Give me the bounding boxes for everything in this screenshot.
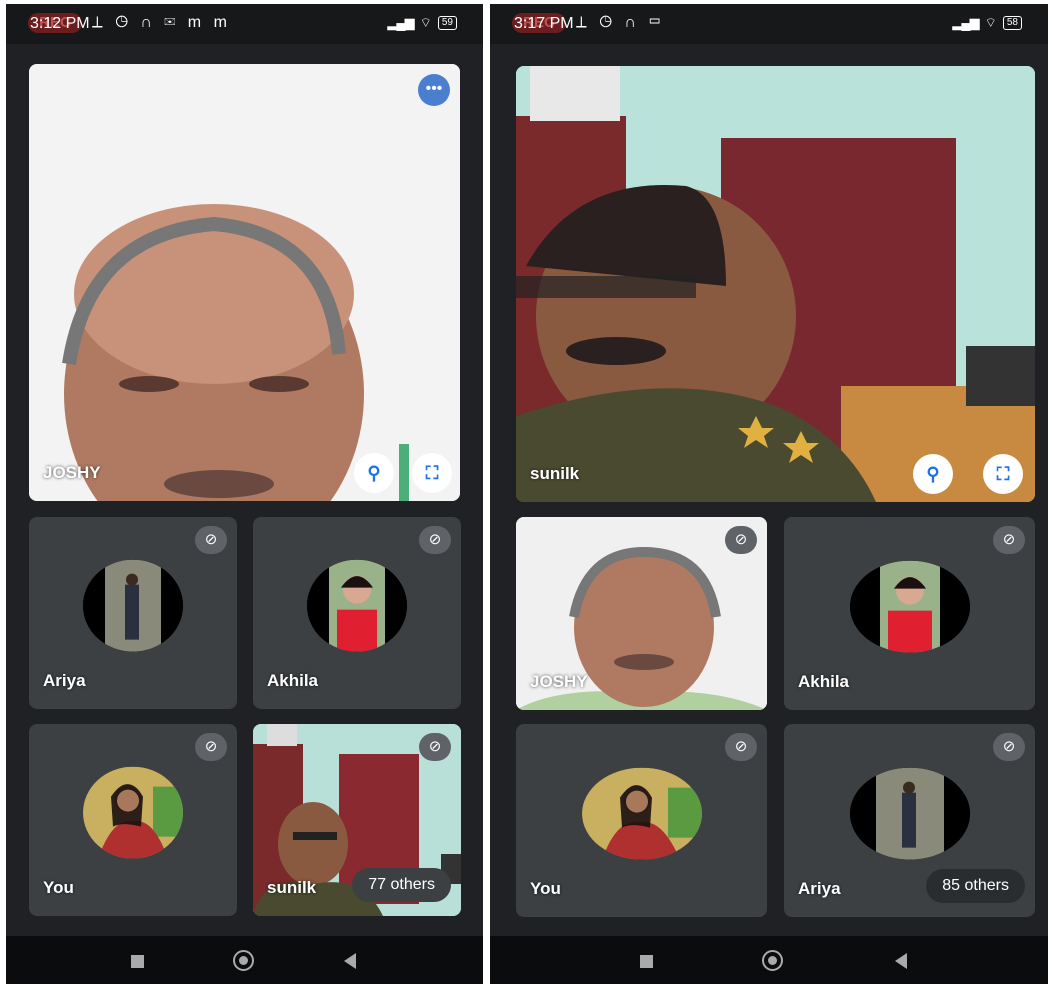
avatar bbox=[83, 766, 183, 859]
system-icons: ▂▄▆ ⌔ 58 bbox=[952, 15, 1022, 31]
participant-tile-akhila[interactable]: ⊘ Akhila bbox=[784, 517, 1035, 710]
system-icons: ▂▄▆ ⌔ 59 bbox=[387, 15, 457, 31]
notification-icons: ⟂ ◷ ∩ ✉ m m bbox=[92, 14, 231, 31]
mic-off-icon: ⊘ bbox=[195, 733, 227, 761]
status-bar: REC 3:12 PM ⟂ ◷ ∩ ✉ m m ▂▄▆ ⌔ 59 bbox=[6, 4, 483, 44]
participant-tile-akhila[interactable]: ⊘ Akhila bbox=[253, 517, 461, 709]
signal-icon: ▂▄▆ bbox=[952, 15, 979, 30]
participant-name: JOSHY bbox=[43, 463, 101, 482]
participant-name: Akhila bbox=[798, 672, 850, 691]
participant-tile-sunilk[interactable]: ⊘ sunilk 77 others bbox=[253, 724, 461, 916]
recents-button[interactable] bbox=[131, 955, 144, 968]
mic-off-icon: ⊘ bbox=[725, 526, 757, 554]
mic-off-icon: ⊘ bbox=[993, 526, 1025, 554]
participant-name: Ariya bbox=[798, 879, 841, 898]
avatar bbox=[307, 559, 407, 652]
others-count-badge[interactable]: 85 others bbox=[926, 869, 1025, 903]
participant-name: Akhila bbox=[267, 671, 319, 690]
pin-icon: ⚲ bbox=[926, 464, 940, 484]
participant-name: JOSHY bbox=[530, 672, 588, 691]
recents-button[interactable] bbox=[640, 955, 653, 968]
wifi-icon: ⌔ bbox=[984, 15, 997, 30]
mic-off-icon: ⊘ bbox=[419, 733, 451, 761]
android-nav-bar bbox=[6, 936, 483, 984]
mic-off-icon: ⊘ bbox=[993, 733, 1025, 761]
phone-screen-left: REC 3:12 PM ⟂ ◷ ∩ ✉ m m ▂▄▆ ⌔ 59 ••• JOS… bbox=[6, 4, 483, 984]
fullscreen-button[interactable]: ⛶ bbox=[412, 453, 452, 493]
others-count-badge[interactable]: 77 others bbox=[352, 868, 451, 902]
participant-video bbox=[516, 66, 1035, 502]
signal-icon: ▂▄▆ bbox=[387, 15, 414, 30]
participant-tile-ariya[interactable]: ⊘ Ariya 85 others bbox=[784, 724, 1035, 917]
fullscreen-button[interactable]: ⛶ bbox=[983, 454, 1023, 494]
pin-button[interactable]: ⚲ bbox=[913, 454, 953, 494]
participant-tile-you[interactable]: ⊘ You bbox=[29, 724, 237, 916]
main-video-tile[interactable]: ••• JOSHY ⚲ ⛶ bbox=[29, 64, 460, 501]
notification-icons: ⟂ ◷ ∩ ▭ bbox=[576, 14, 666, 31]
mic-off-icon: ⊘ bbox=[195, 526, 227, 554]
battery-icon: 59 bbox=[437, 16, 457, 30]
participant-video bbox=[29, 64, 460, 501]
participant-tile-joshy[interactable]: ⊘ JOSHY bbox=[516, 517, 767, 710]
phone-screen-right: REC 3:17 PM ⟂ ◷ ∩ ▭ ▂▄▆ ⌔ 58 sunilk ⚲ ⛶ … bbox=[490, 4, 1048, 984]
main-video-tile[interactable]: sunilk ⚲ ⛶ bbox=[516, 66, 1035, 502]
avatar bbox=[581, 767, 702, 860]
status-time: 3:12 PM bbox=[30, 15, 90, 32]
back-button[interactable] bbox=[344, 953, 356, 969]
mic-off-icon: ⊘ bbox=[725, 733, 757, 761]
more-options-button[interactable]: ••• bbox=[418, 74, 450, 106]
avatar bbox=[83, 559, 183, 652]
avatar bbox=[849, 767, 970, 860]
fullscreen-icon: ⛶ bbox=[425, 463, 439, 483]
participant-name: You bbox=[530, 879, 561, 898]
android-nav-bar bbox=[490, 936, 1048, 984]
pin-button[interactable]: ⚲ bbox=[354, 453, 394, 493]
status-time: 3:17 PM bbox=[514, 15, 574, 32]
pin-icon: ⚲ bbox=[367, 463, 381, 483]
home-button[interactable] bbox=[233, 950, 254, 971]
participant-name: sunilk bbox=[267, 878, 317, 897]
back-button[interactable] bbox=[895, 953, 907, 969]
participant-tile-ariya[interactable]: ⊘ Ariya bbox=[29, 517, 237, 709]
avatar bbox=[849, 560, 970, 653]
fullscreen-icon: ⛶ bbox=[996, 464, 1010, 484]
participant-tile-you[interactable]: ⊘ You bbox=[516, 724, 767, 917]
participant-name: sunilk bbox=[530, 464, 580, 483]
home-button[interactable] bbox=[762, 950, 783, 971]
mic-off-icon: ⊘ bbox=[419, 526, 451, 554]
participant-name: Ariya bbox=[43, 671, 86, 690]
wifi-icon: ⌔ bbox=[419, 15, 432, 30]
battery-icon: 58 bbox=[1002, 16, 1022, 30]
participant-name: You bbox=[43, 878, 74, 897]
status-bar: REC 3:17 PM ⟂ ◷ ∩ ▭ ▂▄▆ ⌔ 58 bbox=[490, 4, 1048, 44]
